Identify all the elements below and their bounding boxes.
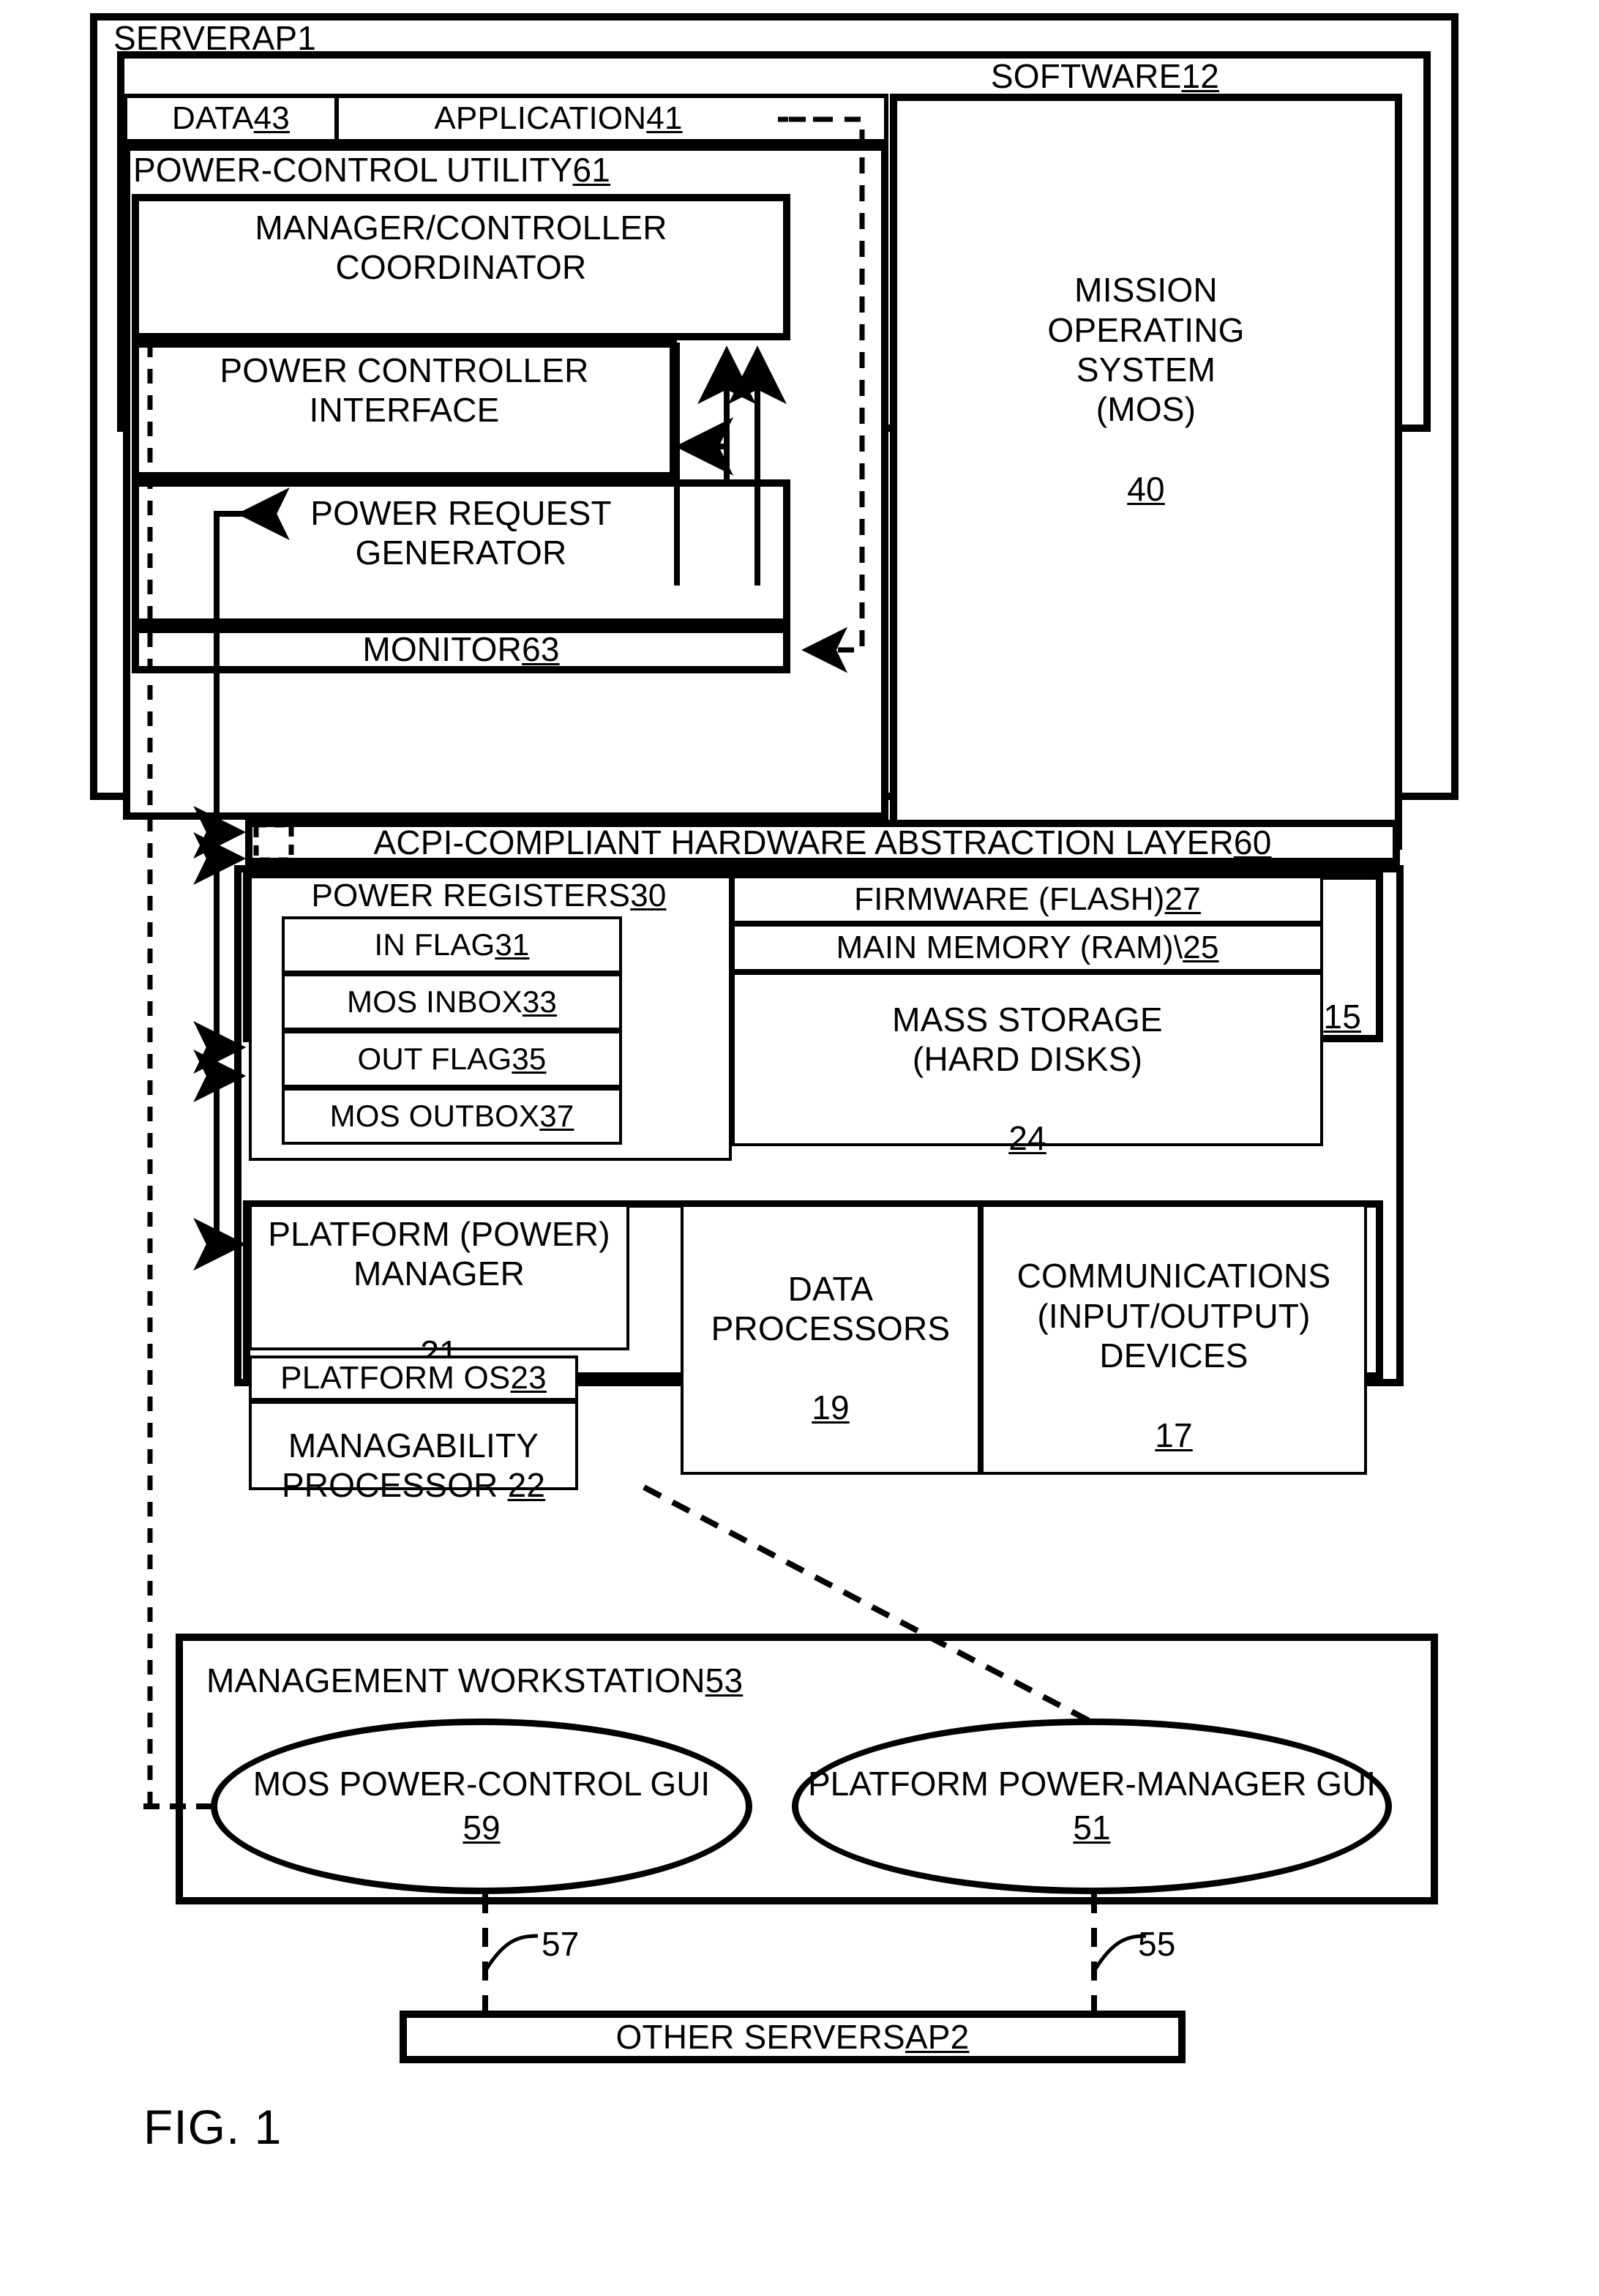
- mos-gui-text: MOS POWER-CONTROL GUI: [252, 1765, 711, 1803]
- mos-label-ref: 40: [1127, 469, 1165, 508]
- out-flag-text: OUT FLAG: [357, 1042, 512, 1077]
- pm-label-text: PLATFORM (POWER) MANAGER: [268, 1214, 610, 1293]
- application-label-text: APPLICATION: [434, 100, 647, 137]
- mp-label-text: MANAGABILITY PROCESSOR: [281, 1426, 539, 1505]
- in-flag-ref: 31: [495, 927, 530, 962]
- link-label-57: 57: [542, 1924, 580, 1963]
- firmware-label: FIRMWARE (FLASH) 27: [732, 875, 1323, 924]
- monitor-label: MONITOR 63: [132, 626, 790, 673]
- leader-57: [484, 1934, 539, 1970]
- data-block-label: DATA 43: [123, 94, 339, 143]
- link-label-55: 55: [1138, 1924, 1176, 1963]
- hal-label: ACPI-COMPLIANT HARDWARE ABSTRACTION LAYE…: [252, 820, 1393, 865]
- mos-inbox-label: MOS INBOX 33: [282, 973, 622, 1031]
- mos-power-control-gui-ellipse[interactable]: MOS POWER-CONTROL GUI 59: [211, 1719, 752, 1894]
- in-flag-text: IN FLAG: [374, 927, 495, 962]
- communications-label: COMMUNICATIONS (INPUT/OUTPUT) DEVICES 17: [981, 1230, 1367, 1454]
- out-flag-label: OUT FLAG 35: [282, 1031, 622, 1088]
- server-title: SERVER AP1: [113, 19, 479, 57]
- hal-label-text: ACPI-COMPLIANT HARDWARE ABSTRACTION LAYE…: [373, 823, 1234, 861]
- mos-label-text: MISSION OPERATING SYSTEM (MOS): [1047, 271, 1245, 429]
- data-label-text: DATA: [172, 100, 254, 137]
- figure-canvas: SERVER AP1 SOFTWARE 12 DATA 43 APPLICATI…: [0, 0, 1599, 2296]
- mass-storage-text: MASS STORAGE (HARD DISKS): [892, 1000, 1163, 1078]
- media-title-ref: 15: [1323, 997, 1361, 1036]
- comm-label-text: COMMUNICATIONS (INPUT/OUTPUT) DEVICES: [1016, 1257, 1331, 1375]
- mass-storage-label: MASS STORAGE (HARD DISKS) 24: [732, 977, 1323, 1158]
- main-memory-ref: 25: [1183, 930, 1219, 966]
- application-block-label: APPLICATION 41: [339, 94, 778, 143]
- dp-label-text: DATA PROCESSORS: [711, 1269, 951, 1347]
- hal-label-ref: 60: [1233, 823, 1272, 861]
- other-servers-label: OTHER SERVERS AP2: [400, 2011, 1186, 2063]
- pr-title-text: POWER REGISTERS: [311, 878, 631, 914]
- out-flag-ref: 35: [512, 1042, 547, 1077]
- power-registers-title: POWER REGISTERS 30: [255, 877, 723, 915]
- mos-outbox-label: MOS OUTBOX 37: [282, 1088, 622, 1145]
- software-title-ref: 12: [1181, 56, 1220, 95]
- monitor-label-text: MONITOR: [362, 630, 523, 669]
- mos-gui-ref: 59: [463, 1809, 501, 1847]
- comm-label-ref: 17: [1155, 1416, 1193, 1454]
- data-processors-label: DATA PROCESSORS 19: [681, 1244, 981, 1427]
- ci-label-text: POWER CONTROLLER INTERFACE: [220, 351, 589, 429]
- mass-storage-ref: 24: [1008, 1119, 1046, 1158]
- firmware-text: FIRMWARE (FLASH): [854, 881, 1165, 918]
- firmware-ref: 27: [1164, 881, 1201, 918]
- data-label-ref: 43: [253, 100, 290, 137]
- mos-inbox-text: MOS INBOX: [347, 984, 523, 1020]
- request-generator-label: POWER REQUEST GENERATOR 65: [139, 485, 783, 651]
- in-flag-label: IN FLAG 31: [282, 916, 622, 973]
- pr-title-ref: 30: [630, 878, 667, 914]
- mos-label: MISSION OPERATING SYSTEM (MOS) 40: [897, 271, 1395, 507]
- mos-inbox-ref: 33: [522, 984, 557, 1020]
- mp-label-ref: 22: [507, 1466, 546, 1505]
- mos-outbox-text: MOS OUTBOX: [329, 1099, 540, 1134]
- other-servers-text: OTHER SERVERS: [615, 2017, 905, 2056]
- coordinator-label-text: MANAGER/CONTROLLER COORDINATOR: [255, 208, 667, 286]
- manageability-processor-label: MANAGABILITY PROCESSOR 22: [249, 1402, 578, 1504]
- figure-caption: FIG. 1: [143, 2100, 282, 2154]
- mos-outbox-ref: 37: [539, 1099, 574, 1134]
- software-title: SOFTWARE 12: [915, 56, 1295, 95]
- platform-power-manager-gui-ellipse[interactable]: PLATFORM POWER-MANAGER GUI 51: [792, 1719, 1392, 1894]
- platform-gui-ref: 51: [1073, 1809, 1111, 1847]
- monitor-label-ref: 63: [522, 630, 560, 669]
- other-servers-ref: AP2: [905, 2017, 970, 2056]
- platform-gui-text: PLATFORM POWER-MANAGER GUI: [807, 1765, 1377, 1803]
- dp-label-ref: 19: [812, 1388, 850, 1427]
- mw-title-ref: 53: [705, 1661, 744, 1699]
- management-workstation-title: MANAGEMENT WORKSTATION 53: [206, 1661, 865, 1699]
- rg-label-text: POWER REQUEST GENERATOR: [310, 493, 612, 572]
- software-title-text: SOFTWARE: [990, 56, 1182, 95]
- platform-manager-label: PLATFORM (POWER) MANAGER 21: [249, 1208, 629, 1372]
- application-label-ref: 41: [646, 100, 683, 137]
- mw-title-text: MANAGEMENT WORKSTATION: [206, 1661, 705, 1699]
